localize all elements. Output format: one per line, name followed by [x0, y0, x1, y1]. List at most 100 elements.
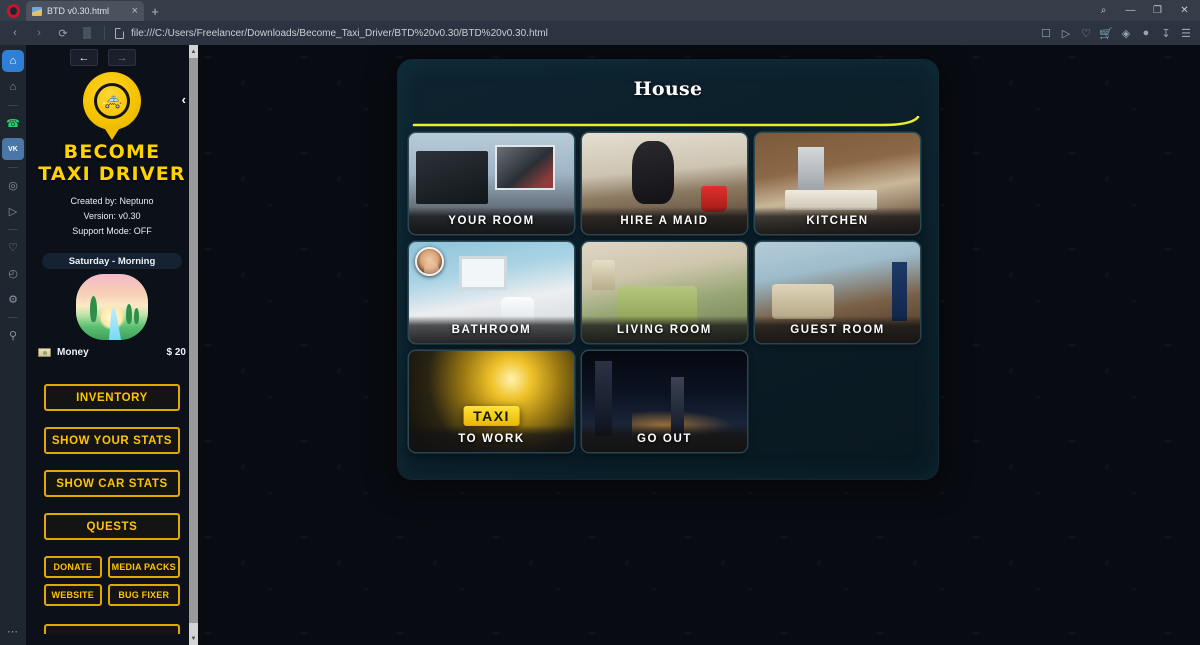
sidebar-item-opera-home[interactable]: ⌂	[2, 50, 24, 72]
money-label: Money	[57, 347, 89, 358]
opera-sidebar: ⌂ ⌂ ☎ VK ◎ ▷ ♡ ◴ ⚙ ⚲ ⋯	[0, 45, 26, 645]
money-icon	[38, 348, 51, 357]
search-icon[interactable]: ⌕	[1090, 0, 1117, 21]
game-title-line2: TAXI DRIVER	[38, 163, 186, 185]
browser-tab[interactable]: BTD v0.30.html ×	[26, 1, 144, 21]
menu-icon[interactable]: ☰	[1176, 23, 1196, 43]
taxi-icon: 🚕	[102, 92, 122, 109]
browser-window: BTD v0.30.html × + ⌕ — ❐ ✕ ‹ › ⟳ ▒ file:…	[0, 0, 1200, 645]
sidebar-item-history[interactable]: ◴	[2, 262, 24, 284]
sidebar-scrollbar[interactable]: ▲ ▼	[189, 45, 198, 645]
meta-support-mode: Support Mode: OFF	[72, 226, 152, 236]
title-underline	[412, 116, 924, 128]
sidebar-item-settings[interactable]: ⚙	[2, 288, 24, 310]
speed-dial-icon[interactable]: ▒	[76, 23, 98, 43]
download-icon[interactable]: ↧	[1156, 23, 1176, 43]
card-living-room[interactable]: LIVING ROOM	[582, 242, 747, 343]
game-nav-row: ← →	[34, 45, 190, 68]
sidebar-item-vk[interactable]: VK	[2, 138, 24, 160]
next-button-partial[interactable]	[44, 624, 180, 634]
restore-button[interactable]: ❐	[1144, 0, 1171, 21]
sidebar-item-pin[interactable]: ⚲	[2, 324, 24, 346]
opera-logo-icon	[0, 0, 26, 21]
close-icon[interactable]: ×	[130, 5, 140, 17]
media-packs-button[interactable]: MEDIA PACKS	[107, 556, 180, 578]
house-panel: House YOUR ROOM HIRE A MAID KITCHEN BATH…	[398, 60, 938, 479]
card-label: BATHROOM	[409, 316, 574, 343]
card-guest-room[interactable]: GUEST ROOM	[755, 242, 920, 343]
address-bar-actions: ☐ ▷ ♡ 🛒 ◈ ● ↧ ☰	[1036, 23, 1196, 43]
game-back-button[interactable]: ←	[70, 49, 98, 66]
tab-favicon	[32, 6, 42, 16]
sidebar-item-pinboards[interactable]: ⌂	[2, 76, 24, 98]
new-tab-button[interactable]: +	[144, 1, 166, 21]
money-row: Money $ 20	[38, 347, 186, 358]
window-controls: ⌕ — ❐ ✕	[1090, 0, 1200, 21]
divider	[8, 317, 18, 318]
money-value: $ 20	[166, 347, 186, 358]
reload-icon[interactable]: ⟳	[52, 23, 74, 43]
card-kitchen[interactable]: KITCHEN	[755, 133, 920, 234]
mini-button-row-1: DONATE MEDIA PACKS	[44, 556, 180, 578]
game-forward-button[interactable]: →	[108, 49, 136, 66]
page-title: House	[633, 78, 703, 100]
sidebar-item-whatsapp[interactable]: ☎	[2, 112, 24, 134]
card-label: TO WORK	[409, 425, 574, 452]
file-icon	[115, 27, 124, 39]
profile-icon[interactable]: ●	[1136, 23, 1156, 43]
game-meta: Created by: Neptuno Version: v0.30 Suppo…	[34, 194, 190, 239]
cube-icon[interactable]: ◈	[1116, 23, 1136, 43]
game-title-line1: BECOME	[63, 141, 161, 163]
show-car-stats-button[interactable]: SHOW CAR STATS	[44, 470, 180, 497]
url-text: file:///C:/Users/Freelancer/Downloads/Be…	[131, 27, 548, 39]
donate-button[interactable]: DONATE	[44, 556, 102, 578]
sidebar-item-telegram[interactable]: ▷	[2, 200, 24, 222]
taxi-pin-logo-icon: 🚕	[81, 72, 143, 140]
sidebar-collapse-button[interactable]: ‹	[182, 92, 186, 107]
room-card-grid: YOUR ROOM HIRE A MAID KITCHEN BATHROOM L…	[409, 133, 927, 452]
minimize-button[interactable]: —	[1117, 0, 1144, 21]
cart-icon[interactable]: 🛒	[1096, 23, 1116, 43]
website-button[interactable]: WEBSITE	[44, 584, 102, 606]
day-time-badge: Saturday - Morning	[42, 253, 182, 269]
card-label: GO OUT	[582, 425, 747, 452]
url-input[interactable]: file:///C:/Users/Freelancer/Downloads/Be…	[111, 24, 1034, 43]
quests-button[interactable]: QUESTS	[44, 513, 180, 540]
scroll-down-icon[interactable]: ▼	[189, 632, 198, 645]
forward-icon[interactable]: ›	[28, 23, 50, 43]
card-label: LIVING ROOM	[582, 316, 747, 343]
card-label: HIRE A MAID	[582, 207, 747, 234]
card-go-out[interactable]: GO OUT	[582, 351, 747, 452]
heart-icon[interactable]: ♡	[1076, 23, 1096, 43]
close-window-button[interactable]: ✕	[1171, 0, 1198, 21]
bug-fixer-button[interactable]: BUG FIXER	[107, 584, 180, 606]
card-hire-a-maid[interactable]: HIRE A MAID	[582, 133, 747, 234]
taxi-sign-overlay: TAXI	[463, 405, 520, 426]
scroll-up-icon[interactable]: ▲	[189, 45, 198, 58]
sidebar-more-button[interactable]: ⋯	[7, 625, 19, 638]
divider	[8, 105, 18, 106]
scrollbar-thumb[interactable]	[189, 58, 198, 623]
game-viewport: ← → ‹ 🚕 BECOME TAXI DRIVER Created by: N…	[26, 45, 1200, 645]
time-of-day-image	[76, 274, 148, 340]
address-bar: ‹ › ⟳ ▒ file:///C:/Users/Freelancer/Down…	[0, 21, 1200, 45]
tab-bar: BTD v0.30.html × + ⌕ — ❐ ✕	[0, 0, 1200, 21]
tab-title: BTD v0.30.html	[47, 6, 110, 16]
send-icon[interactable]: ▷	[1056, 23, 1076, 43]
card-label: KITCHEN	[755, 207, 920, 234]
divider	[8, 167, 18, 168]
show-your-stats-button[interactable]: SHOW YOUR STATS	[44, 427, 180, 454]
back-icon[interactable]: ‹	[4, 23, 26, 43]
camera-icon[interactable]: ☐	[1036, 23, 1056, 43]
mini-button-row-2: WEBSITE BUG FIXER	[44, 584, 180, 606]
inventory-button[interactable]: INVENTORY	[44, 384, 180, 411]
card-bathroom[interactable]: BATHROOM	[409, 242, 574, 343]
game-sidebar: ← → ‹ 🚕 BECOME TAXI DRIVER Created by: N…	[26, 45, 198, 645]
sidebar-item-player[interactable]: ◎	[2, 174, 24, 196]
card-your-room[interactable]: YOUR ROOM	[409, 133, 574, 234]
card-to-work[interactable]: TAXI TO WORK	[409, 351, 574, 452]
game-stage: House YOUR ROOM HIRE A MAID KITCHEN BATH…	[198, 45, 1200, 645]
divider	[104, 26, 105, 40]
avatar	[415, 247, 444, 276]
sidebar-item-favorites[interactable]: ♡	[2, 236, 24, 258]
